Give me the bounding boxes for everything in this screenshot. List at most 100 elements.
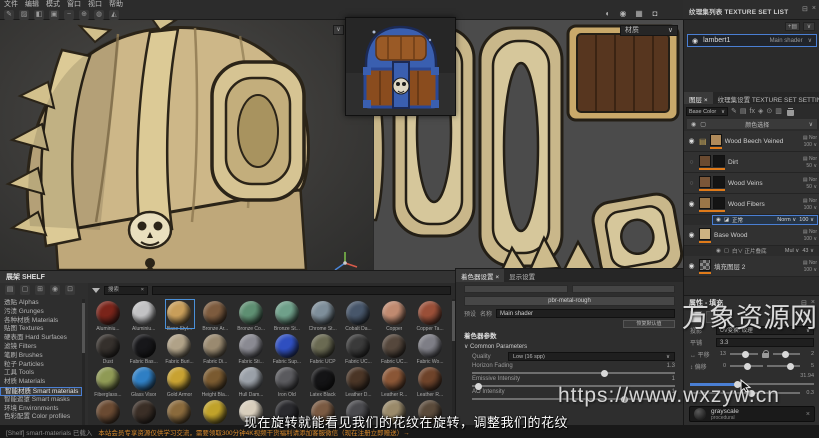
material-item[interactable]: Iron Old bbox=[269, 365, 305, 398]
layer-opacity[interactable]: 100 ∨ bbox=[804, 236, 817, 242]
info-icon[interactable]: ◉ bbox=[618, 9, 628, 19]
material-item[interactable]: Chrome St... bbox=[305, 299, 341, 332]
layer-blend-mode[interactable]: ▤ Nor bbox=[803, 156, 817, 162]
texture-set-menu-button[interactable]: ∨ bbox=[803, 22, 815, 31]
translate-x-slider[interactable] bbox=[730, 353, 758, 355]
material-item[interactable]: Aluminiu... bbox=[90, 299, 126, 332]
material-item[interactable]: Fabric UC... bbox=[341, 332, 377, 365]
eye-icon[interactable]: ◉ bbox=[716, 217, 721, 223]
layer-blend-mode[interactable]: ▤ Nor bbox=[803, 260, 817, 266]
texture-set-shader[interactable]: Main shader bbox=[770, 38, 803, 44]
shelf-category-8[interactable]: 工具 Tools bbox=[0, 369, 82, 378]
effect-opacity[interactable]: 43 ∨ bbox=[802, 248, 814, 254]
reset-defaults-button[interactable]: 恢复默认值 bbox=[623, 320, 675, 328]
grayscale-resource-slot[interactable]: grayscale procedural × bbox=[689, 406, 815, 422]
color-selection-row[interactable]: ◉ ▢ 颜色选择 ∨ bbox=[687, 119, 817, 129]
smart-material-icon[interactable]: ◈ bbox=[758, 107, 763, 116]
eraser-tool-icon[interactable]: ▨ bbox=[19, 10, 29, 20]
material-item[interactable] bbox=[162, 398, 198, 426]
import-icon[interactable]: ⊞ bbox=[35, 285, 45, 295]
audio-icon[interactable]: ◖ bbox=[602, 9, 612, 19]
panel-close-icon[interactable]: × bbox=[812, 5, 816, 13]
shelf-category-1[interactable]: 污渍 Grunges bbox=[0, 308, 82, 317]
lock-icon[interactable] bbox=[762, 350, 769, 358]
shader-slot-button-2[interactable] bbox=[572, 285, 676, 293]
shelf-category-11[interactable]: 智能遮罩 Smart masks bbox=[0, 396, 82, 405]
reference-image-panel[interactable] bbox=[345, 17, 456, 116]
layer-opacity[interactable]: 100 ∨ bbox=[804, 205, 817, 211]
shelf-category-9[interactable]: 材质 Materials bbox=[0, 378, 82, 387]
layer-row-wood-veins[interactable]: ○Wood Veins▤ Nor50 ∨ bbox=[684, 173, 819, 194]
material-item[interactable]: Copper bbox=[376, 299, 412, 332]
projection-tool-icon[interactable]: ◧ bbox=[34, 10, 44, 20]
pen-icon[interactable]: ✎ bbox=[731, 107, 737, 116]
layer-opacity[interactable]: 100 ∨ bbox=[804, 142, 817, 148]
quality-dropdown[interactable]: Low (16 spp)∨ bbox=[508, 352, 675, 361]
texture-set-add-button[interactable]: +▤ bbox=[785, 22, 800, 31]
material-item[interactable]: Hull Dam... bbox=[233, 365, 269, 398]
filter-funnel-icon[interactable] bbox=[92, 288, 100, 293]
layer-visibility-icon[interactable]: ◉ bbox=[687, 137, 696, 145]
layer-opacity[interactable]: 50 ∨ bbox=[806, 184, 817, 190]
quick-mask-icon[interactable]: ◭ bbox=[109, 10, 119, 20]
smudge-tool-icon[interactable]: ~ bbox=[64, 10, 74, 20]
anchor-icon[interactable]: ⊙ bbox=[766, 107, 772, 116]
visibility-icon[interactable]: ◉ bbox=[692, 37, 698, 45]
ref-panel-collapse-button[interactable]: ∨ bbox=[333, 25, 344, 35]
material-item[interactable] bbox=[126, 398, 162, 426]
shelf-category-5[interactable]: 滤镜 Filters bbox=[0, 343, 82, 352]
translate-y-slider[interactable] bbox=[773, 353, 801, 355]
material-item[interactable]: Fabric Di... bbox=[197, 332, 233, 365]
param-slider[interactable] bbox=[472, 372, 675, 374]
shelf-category-4[interactable]: 硬表面 Hard Surfaces bbox=[0, 334, 82, 343]
material-item[interactable]: Fabric UCP bbox=[305, 332, 341, 365]
material-item[interactable]: Aluminiu... bbox=[126, 299, 162, 332]
effect-blend-mode[interactable]: Norm ∨ bbox=[777, 217, 796, 223]
tab-display-settings[interactable]: 显示设置 bbox=[504, 269, 540, 282]
layer-visibility-icon[interactable]: ○ bbox=[687, 159, 696, 166]
paint-tool-icon[interactable]: ✎ bbox=[4, 10, 14, 20]
material-picker-icon[interactable]: ◍ bbox=[94, 10, 104, 20]
layer-effect-row[interactable]: ◉▢白∨ 正片叠底Mul ∨43 ∨ bbox=[712, 246, 818, 256]
shader-name-field[interactable]: Main shader bbox=[496, 309, 675, 318]
layer-opacity[interactable]: 50 ∨ bbox=[806, 163, 817, 169]
offset-y-slider[interactable] bbox=[767, 365, 800, 367]
shader-select-button[interactable]: pbr-metal-rough bbox=[464, 296, 675, 306]
layer-row-wood-beech-veined[interactable]: ◉▤Wood Beech Veined▤ Nor100 ∨ bbox=[684, 131, 819, 152]
layer-opacity[interactable]: 100 ∨ bbox=[804, 267, 817, 273]
effect-blend-mode[interactable]: Mul ∨ bbox=[785, 248, 799, 254]
tab-texture-set-settings[interactable]: 纹理集设置 TEXTURE SET SETTINGS bbox=[713, 92, 819, 104]
polygon-fill-icon[interactable]: ▣ bbox=[49, 10, 59, 20]
offset-x-slider[interactable] bbox=[730, 365, 763, 367]
material-item[interactable]: Fabric Sup... bbox=[269, 332, 305, 365]
material-item[interactable]: Fabric Buri... bbox=[162, 332, 198, 365]
shelf-category-0[interactable]: 透贴 Alphas bbox=[0, 299, 82, 308]
view-mode-dropdown[interactable]: 材质 ∨ bbox=[620, 25, 678, 36]
shelf-category-3[interactable]: 贴图 Textures bbox=[0, 325, 82, 334]
menu-item-2[interactable]: 模式 bbox=[46, 0, 60, 9]
layer-row-dirt[interactable]: ○Dirt▤ Nor50 ∨ bbox=[684, 152, 819, 173]
material-item[interactable]: Bronze St... bbox=[269, 299, 305, 332]
material-item[interactable]: Copper Ta... bbox=[412, 299, 448, 332]
common-parameters-group[interactable]: ∨ Common Parameters bbox=[456, 340, 683, 350]
menu-item-3[interactable]: 窗口 bbox=[67, 0, 81, 9]
layer-visibility-icon[interactable]: ◉ bbox=[687, 200, 696, 208]
eye-icon[interactable]: ◉ bbox=[691, 121, 696, 128]
material-item[interactable]: Base Styl... bbox=[162, 299, 198, 332]
material-item[interactable]: Latex Black bbox=[305, 365, 341, 398]
material-item[interactable]: Bronze Ar... bbox=[197, 299, 233, 332]
material-item[interactable]: Fabric Sti... bbox=[233, 332, 269, 365]
eye-icon[interactable]: ◉ bbox=[716, 248, 721, 254]
material-item[interactable]: Leather R... bbox=[376, 365, 412, 398]
layer-row-填充图层-2[interactable]: ◉填充图层 2▤ Nor100 ∨ bbox=[684, 256, 819, 277]
display-icon[interactable]: ▦ bbox=[634, 9, 644, 19]
shelf-category-6[interactable]: 笔刷 Brushes bbox=[0, 352, 82, 361]
material-item[interactable]: Leather D... bbox=[341, 365, 377, 398]
material-item[interactable] bbox=[197, 398, 233, 426]
search-input[interactable] bbox=[152, 286, 451, 295]
material-item[interactable]: Fiberglass... bbox=[90, 365, 126, 398]
checkbox-icon[interactable]: ▢ bbox=[700, 121, 706, 128]
viewport-3d[interactable] bbox=[0, 20, 373, 270]
menu-item-4[interactable]: 视口 bbox=[88, 0, 102, 9]
layer-blend-mode[interactable]: ▤ Nor bbox=[803, 229, 817, 235]
